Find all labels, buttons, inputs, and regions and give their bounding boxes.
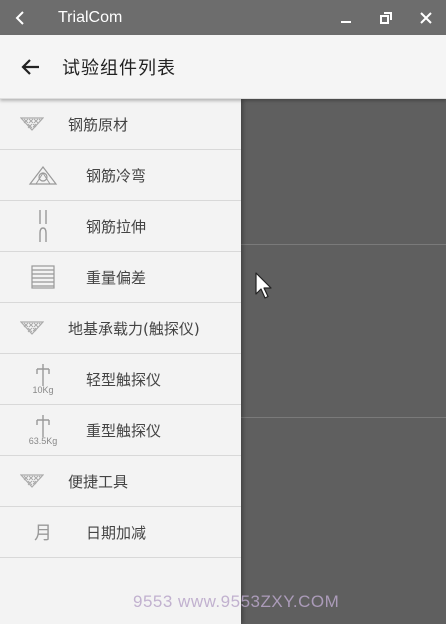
window-title: TrialCom [58, 8, 123, 26]
group-label: 便捷工具 [68, 472, 129, 491]
item-label: 钢筋冷弯 [86, 166, 147, 185]
item-rebar-bend[interactable]: 钢筋冷弯 [0, 150, 241, 201]
item-heavy-penetrometer[interactable]: 63.5Kg 重型触探仪 [0, 405, 241, 456]
hatch-triangle-icon [0, 321, 64, 335]
content-divider [241, 244, 446, 245]
maximize-icon [380, 11, 392, 24]
item-weight-deviation[interactable]: 重量偏差 [0, 252, 241, 303]
group-quick-tools[interactable]: 便捷工具 [0, 456, 241, 507]
group-foundation-bearing[interactable]: 地基承载力(触探仪) [0, 303, 241, 354]
item-label: 轻型触探仪 [86, 370, 162, 389]
weight-deviation-icon [0, 265, 86, 289]
item-label: 重量偏差 [86, 268, 147, 287]
item-date-calculator[interactable]: 月 日期加减 [0, 507, 241, 558]
item-label: 钢筋拉伸 [86, 217, 147, 236]
chevron-left-icon [15, 10, 24, 25]
minimize-button[interactable] [326, 0, 366, 35]
item-label: 日期加减 [86, 523, 147, 542]
group-rebar-raw[interactable]: 钢筋原材 [0, 99, 241, 150]
badge-text: 10Kg [32, 385, 53, 395]
hatch-triangle-icon [0, 117, 64, 131]
minimize-icon [341, 20, 351, 23]
back-button[interactable] [0, 35, 62, 99]
tensile-test-icon [0, 209, 86, 243]
component-list-drawer: 钢筋原材 钢筋冷弯 钢筋拉伸 重量偏差 地基承载力(触探仪) 10Kg 轻型触探… [0, 99, 241, 624]
close-button[interactable] [406, 0, 446, 35]
heavy-penetrometer-icon: 63.5Kg [0, 413, 86, 447]
group-label: 钢筋原材 [68, 115, 129, 134]
hatch-triangle-icon [0, 474, 64, 488]
item-rebar-tensile[interactable]: 钢筋拉伸 [0, 201, 241, 252]
bend-test-icon [0, 164, 86, 186]
light-penetrometer-icon: 10Kg [0, 362, 86, 396]
mouse-cursor-icon [255, 272, 273, 304]
calendar-month-icon: 月 [0, 519, 86, 545]
watermark: 9553 www.9553ZXY.COM [133, 592, 340, 611]
item-light-penetrometer[interactable]: 10Kg 轻型触探仪 [0, 354, 241, 405]
group-label: 地基承载力(触探仪) [68, 319, 200, 338]
content-divider [241, 417, 446, 418]
close-icon [420, 11, 432, 24]
arrow-left-icon [21, 58, 39, 75]
badge-text: 63.5Kg [29, 436, 58, 446]
maximize-button[interactable] [366, 0, 406, 35]
item-label: 重型触探仪 [86, 421, 162, 440]
calendar-glyph: 月 [34, 523, 52, 544]
window-title-bar: TrialCom [0, 0, 446, 35]
page-title: 试验组件列表 [62, 57, 176, 79]
app-bar: 试验组件列表 [0, 35, 446, 99]
window-back-button[interactable] [0, 0, 40, 35]
